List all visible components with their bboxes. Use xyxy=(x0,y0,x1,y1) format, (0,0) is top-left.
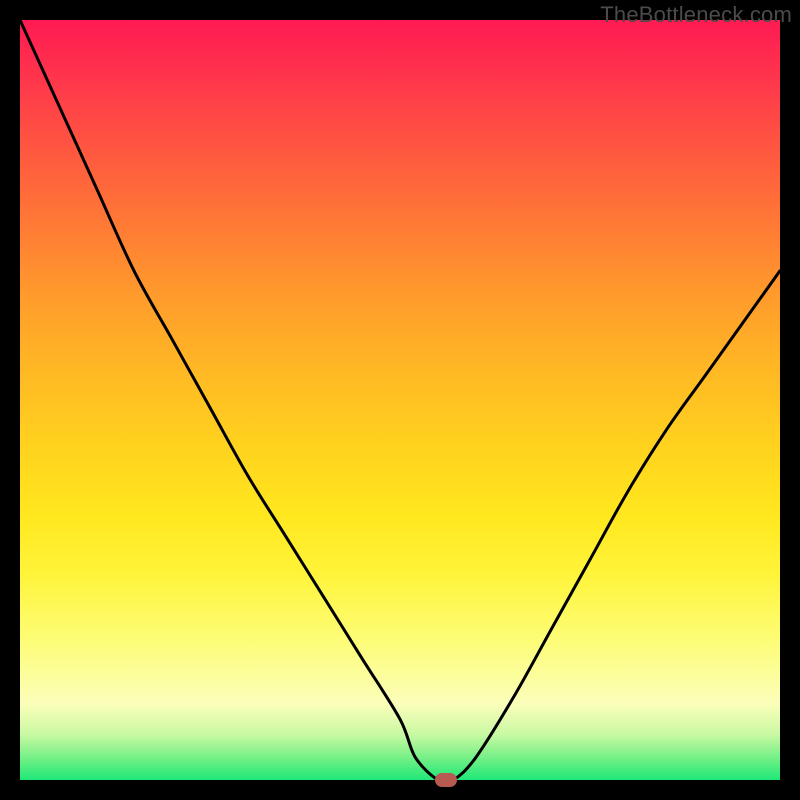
bottleneck-curve xyxy=(20,20,780,780)
bottleneck-curve-svg xyxy=(20,20,780,780)
chart-frame: TheBottleneck.com xyxy=(0,0,800,800)
watermark-text: TheBottleneck.com xyxy=(600,2,792,28)
optimal-point-marker xyxy=(435,773,457,787)
